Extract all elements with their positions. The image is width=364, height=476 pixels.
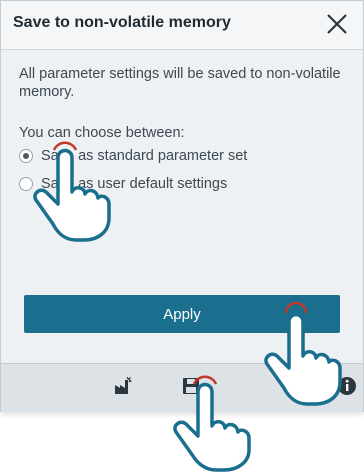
choose-label: You can choose between: — [19, 125, 185, 141]
radio-standard-selected[interactable] — [19, 149, 33, 163]
dialog-footer — [1, 363, 363, 412]
info-icon[interactable] — [335, 374, 359, 398]
factory-icon[interactable] — [111, 374, 135, 398]
option-standard-parameter-set[interactable]: Save as standard parameter set — [19, 145, 247, 167]
dialog-description: All parameter settings will be saved to … — [19, 66, 341, 100]
dialog-header: Save to non-volatile memory — [1, 1, 363, 50]
option-label: Save as user default settings — [41, 176, 228, 192]
close-icon[interactable] — [323, 10, 351, 38]
save-dialog: Save to non-volatile memory All paramete… — [0, 0, 364, 412]
option-label: Save as standard parameter set — [41, 148, 248, 164]
option-user-default-settings[interactable]: Save as user default settings — [19, 173, 227, 195]
radio-user-default[interactable] — [19, 177, 33, 191]
dialog-title: Save to non-volatile memory — [13, 14, 231, 31]
apply-button[interactable]: Apply — [24, 295, 340, 333]
save-icon[interactable] — [179, 374, 203, 398]
